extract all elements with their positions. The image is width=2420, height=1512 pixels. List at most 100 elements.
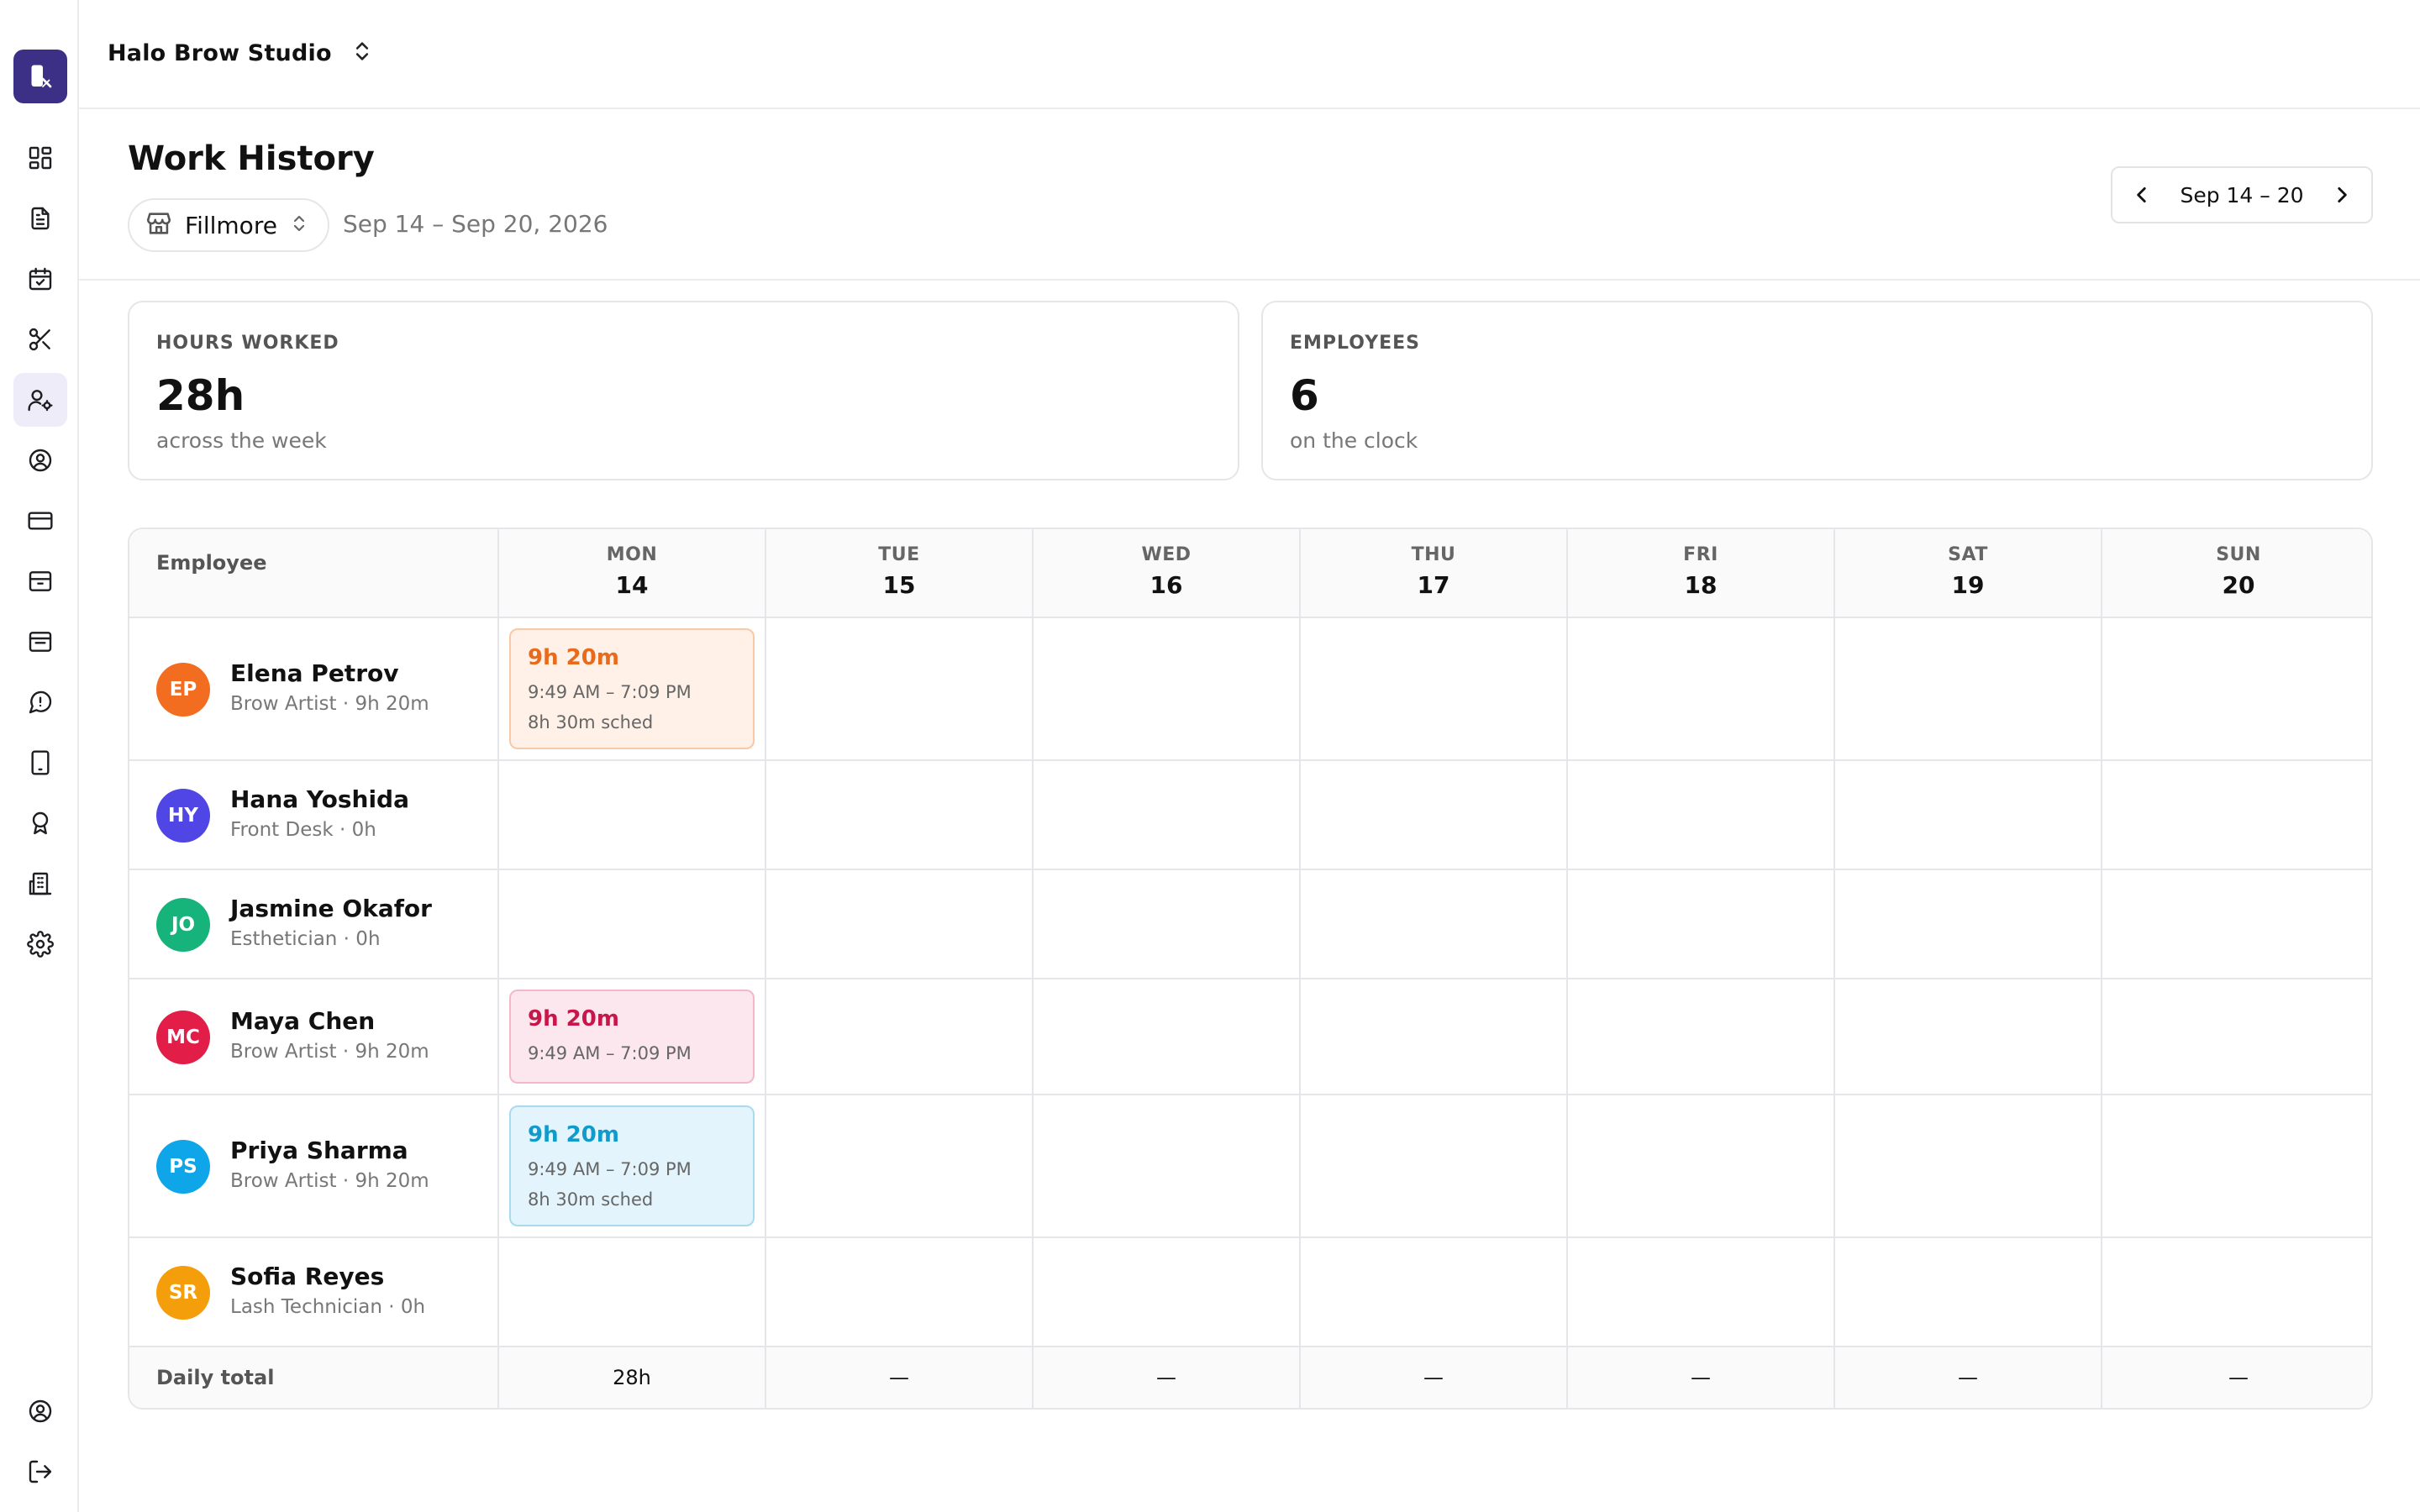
studio-switcher[interactable]: Halo Brow Studio (108, 34, 374, 72)
day-cell[interactable] (1299, 1095, 1566, 1236)
day-cell[interactable] (1833, 618, 2101, 759)
day-cell[interactable] (765, 618, 1032, 759)
day-cell[interactable] (1566, 618, 1833, 759)
stat-subtext: on the clock (1290, 428, 1418, 453)
account-icon (29, 1399, 52, 1423)
shift-duration: 9h 20m (528, 1122, 619, 1147)
day-cell[interactable] (1032, 1095, 1299, 1236)
next-week-button[interactable] (2328, 181, 2356, 209)
scissors-icon (29, 328, 50, 351)
column-header-date: 17 (1417, 571, 1450, 599)
shift-scheduled: 8h 30m sched (528, 1189, 654, 1210)
day-cell[interactable] (765, 870, 1032, 978)
shift-block[interactable]: 9h 20m 9:49 AM – 7:09 PM (509, 990, 755, 1084)
day-cell[interactable] (2101, 618, 2371, 759)
day-cell[interactable] (2101, 761, 2371, 869)
day-cell[interactable] (2101, 979, 2371, 1094)
nav-settings[interactable] (13, 917, 67, 971)
day-cell[interactable]: 9h 20m 9:49 AM – 7:09 PM (497, 979, 765, 1094)
nav-account[interactable] (13, 1384, 67, 1438)
app-logo[interactable] (13, 50, 67, 103)
nav-inbox[interactable] (13, 615, 67, 669)
day-cell[interactable] (1032, 761, 1299, 869)
day-cell[interactable] (765, 761, 1032, 869)
day-cell[interactable] (497, 1238, 765, 1346)
daily-total-value: — (1156, 1366, 1176, 1389)
credit-card-icon (28, 512, 53, 530)
day-cell[interactable] (1833, 1238, 2101, 1346)
employee-name: Hana Yoshida (230, 785, 409, 813)
nav-services[interactable] (13, 312, 67, 366)
avatar: PS (156, 1140, 210, 1194)
avatar: JO (156, 898, 210, 952)
day-cell[interactable]: 9h 20m 9:49 AM – 7:09 PM 8h 30m sched (497, 1095, 765, 1236)
day-cell[interactable] (1032, 618, 1299, 759)
day-cell[interactable] (2101, 870, 2371, 978)
shift-time-range: 9:49 AM – 7:09 PM (528, 1043, 692, 1063)
employee-role-hours: Esthetician · 0h (230, 928, 381, 950)
day-cell[interactable] (765, 979, 1032, 1094)
nav-inventory[interactable] (13, 554, 67, 608)
nav-logout[interactable] (13, 1445, 67, 1499)
nav-documents[interactable] (13, 192, 67, 245)
nav-clients[interactable] (13, 433, 67, 487)
day-cell[interactable] (1032, 979, 1299, 1094)
employees-card: EMPLOYEES 6 on the clock (1261, 301, 2373, 480)
location-selector[interactable]: Fillmore (128, 198, 329, 252)
day-cell[interactable] (1299, 979, 1566, 1094)
avatar: MC (156, 1011, 210, 1064)
employee-role-hours: Brow Artist · 9h 20m (230, 1041, 429, 1063)
employee-cell: HY Hana Yoshida Front Desk · 0h (129, 761, 497, 869)
day-cell[interactable] (2101, 1095, 2371, 1236)
previous-week-button[interactable] (2128, 181, 2156, 209)
day-cell[interactable] (1566, 979, 1833, 1094)
day-cell[interactable] (1833, 979, 2101, 1094)
stat-label: EMPLOYEES (1290, 333, 1421, 354)
column-header-weekday: THU (1411, 544, 1456, 565)
day-cell[interactable] (1032, 870, 1299, 978)
day-cell[interactable] (1833, 1095, 2101, 1236)
day-cell[interactable] (765, 1238, 1032, 1346)
studio-name: Halo Brow Studio (108, 39, 332, 66)
nav-messages[interactable] (13, 675, 67, 729)
total-cell: — (1833, 1347, 2101, 1408)
day-cell[interactable] (1299, 618, 1566, 759)
nav-loyalty[interactable] (13, 796, 67, 850)
day-cell[interactable] (1299, 870, 1566, 978)
day-cell[interactable] (1032, 1238, 1299, 1346)
day-cell[interactable] (2101, 1238, 2371, 1346)
day-cell[interactable] (765, 1095, 1032, 1236)
nav-payments[interactable] (13, 494, 67, 548)
column-header-weekday: FRI (1683, 544, 1718, 565)
column-header-date: 14 (615, 571, 649, 599)
document-icon (31, 207, 50, 230)
day-cell[interactable] (1299, 761, 1566, 869)
nav-staff[interactable] (13, 373, 67, 427)
chevron-up-down-icon (350, 39, 374, 66)
employee-cell: EP Elena Petrov Brow Artist · 9h 20m (129, 618, 497, 759)
day-cell[interactable] (1566, 1238, 1833, 1346)
nav-appointments[interactable] (13, 252, 67, 306)
day-cell[interactable] (1566, 1095, 1833, 1236)
day-cell[interactable] (1833, 761, 2101, 869)
header-cell-day: THU 17 (1299, 529, 1566, 617)
day-cell[interactable] (1566, 870, 1833, 978)
shift-block[interactable]: 9h 20m 9:49 AM – 7:09 PM 8h 30m sched (509, 628, 755, 749)
section-divider (79, 279, 2420, 281)
day-cell[interactable] (1566, 761, 1833, 869)
day-cell[interactable]: 9h 20m 9:49 AM – 7:09 PM 8h 30m sched (497, 618, 765, 759)
header-cell-day: MON 14 (497, 529, 765, 617)
shift-block[interactable]: 9h 20m 9:49 AM – 7:09 PM 8h 30m sched (509, 1105, 755, 1226)
table-row: EP Elena Petrov Brow Artist · 9h 20m 9h 20m… (129, 618, 2371, 761)
nav-devices[interactable] (13, 736, 67, 790)
daily-total-value: — (1958, 1366, 1978, 1389)
total-cell: — (1299, 1347, 1566, 1408)
day-cell[interactable] (497, 870, 765, 978)
tablet-icon (31, 750, 50, 775)
nav-dashboard[interactable] (13, 131, 67, 185)
day-cell[interactable] (1833, 870, 2101, 978)
day-cell[interactable] (497, 761, 765, 869)
logo-icon (31, 65, 52, 88)
day-cell[interactable] (1299, 1238, 1566, 1346)
nav-locations[interactable] (13, 857, 67, 911)
